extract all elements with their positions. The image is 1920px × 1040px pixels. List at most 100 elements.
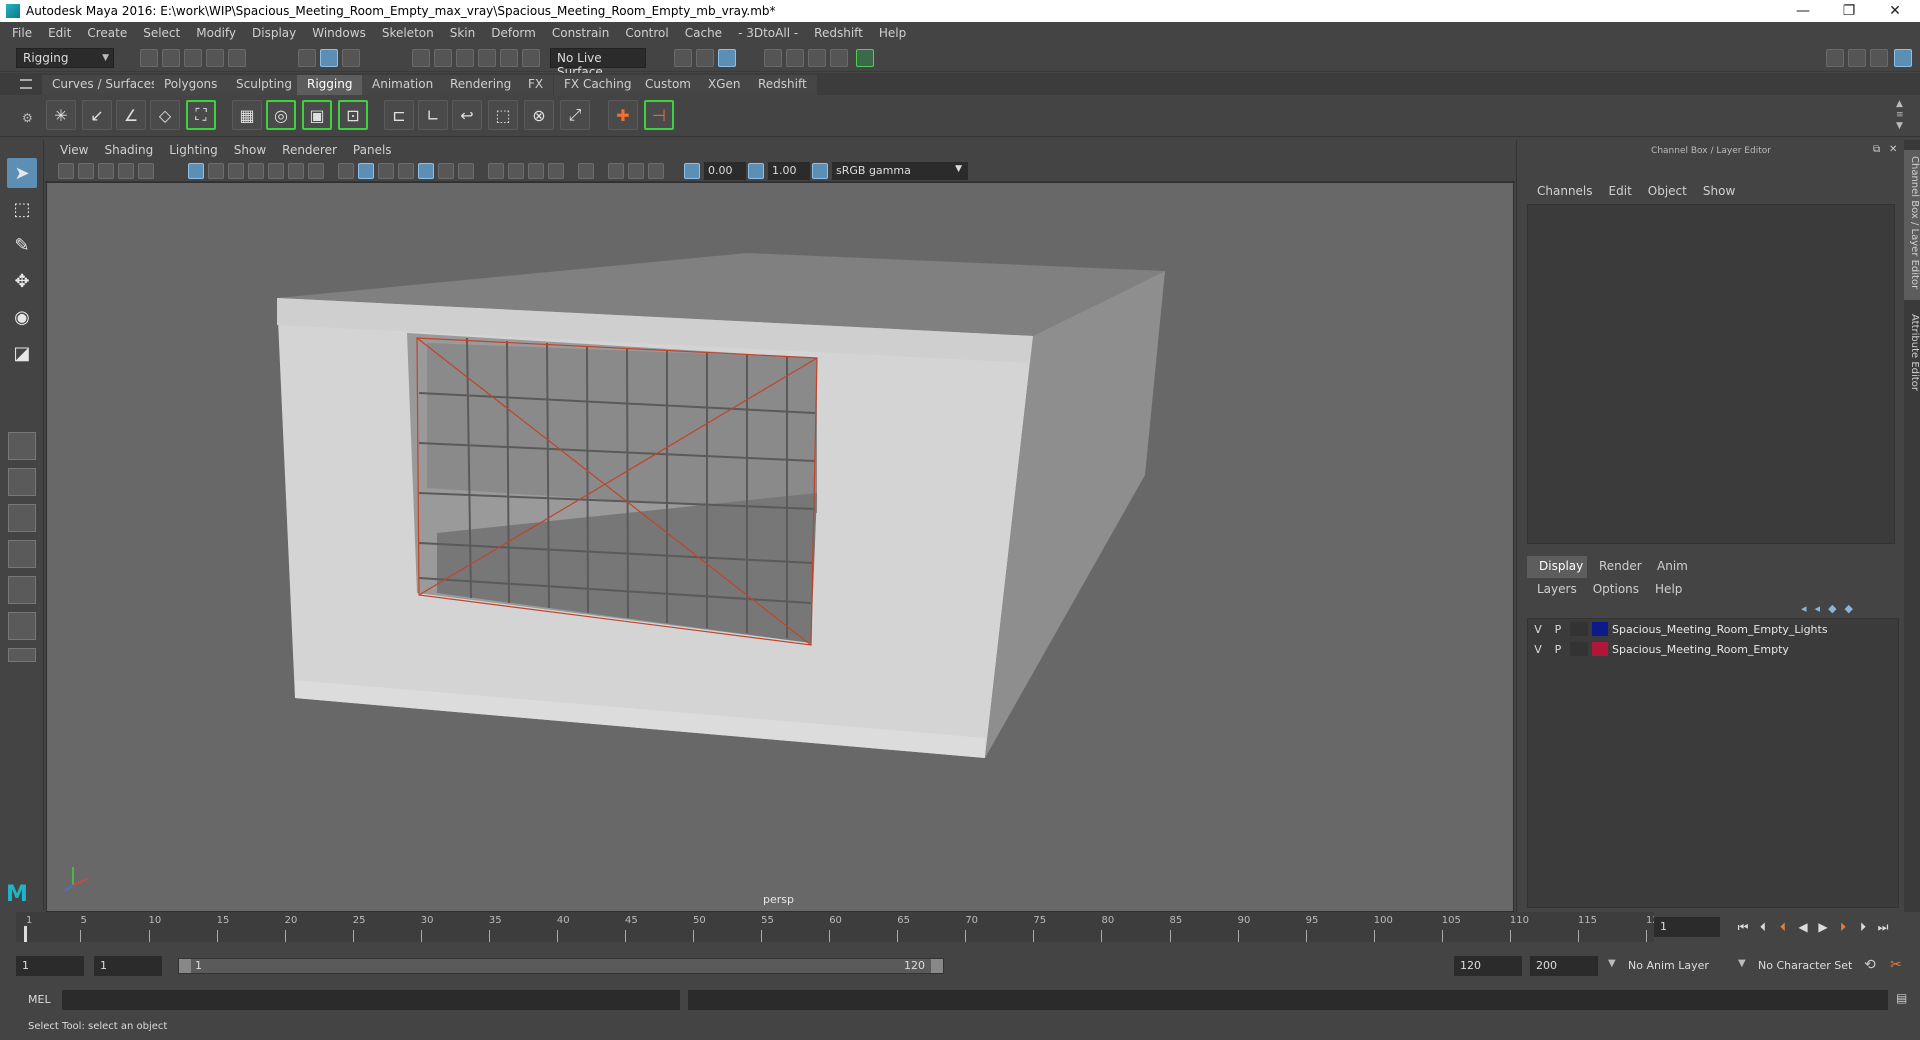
go-to-end-icon[interactable]: ⏭ — [1874, 918, 1892, 936]
render-frame-icon[interactable] — [786, 49, 804, 67]
vp-menu-view[interactable]: View — [52, 143, 96, 157]
motion-blur-icon[interactable] — [508, 163, 524, 179]
step-back-icon[interactable]: ⏴ — [1754, 918, 1772, 936]
end-time-field[interactable]: 200 — [1530, 956, 1598, 976]
cb-menu-object[interactable]: Object — [1640, 184, 1695, 198]
layer-name[interactable]: Spacious_Meeting_Room_Empty — [1612, 643, 1789, 656]
aim-constraint-icon[interactable]: ⊗ — [524, 100, 554, 130]
layer-name[interactable]: Spacious_Meeting_Room_Empty_Lights — [1612, 623, 1828, 636]
snap-curve-icon[interactable] — [434, 49, 452, 67]
step-back-key-icon[interactable]: ⏴ — [1774, 918, 1792, 936]
render-settings-icon[interactable] — [830, 49, 848, 67]
tab-rigging[interactable]: Rigging — [297, 75, 363, 95]
xray-joints-icon[interactable] — [608, 163, 624, 179]
textured-icon[interactable] — [398, 163, 414, 179]
shelf-scroll-icon[interactable]: ▲ ≡ ▼ — [1896, 99, 1904, 132]
le-menu-options[interactable]: Options — [1585, 582, 1647, 596]
live-surface-field[interactable]: No Live Surface — [550, 48, 646, 79]
image-plane-icon[interactable] — [118, 163, 134, 179]
orient-joint-icon[interactable]: ∟ — [418, 100, 448, 130]
le-menu-help[interactable]: Help — [1647, 582, 1690, 596]
tab-redshift[interactable]: Redshift — [748, 75, 817, 95]
rotate-tool-icon[interactable]: ◉ — [7, 302, 37, 332]
layer-playback-toggle[interactable]: P — [1548, 643, 1568, 656]
range-start-handle[interactable] — [179, 959, 191, 973]
hypershade-icon[interactable] — [856, 49, 874, 67]
select-tool-icon[interactable]: ➤ — [7, 158, 37, 188]
output-ops-icon[interactable] — [696, 49, 714, 67]
exposure-icon[interactable] — [684, 163, 700, 179]
layer-color-swatch[interactable] — [1592, 622, 1608, 636]
new-scene-icon[interactable] — [140, 49, 158, 67]
vp-menu-show[interactable]: Show — [226, 143, 274, 157]
hypershade-layout-icon[interactable] — [8, 612, 36, 640]
tab-attribute-editor-vertical[interactable]: Attribute Editor — [1904, 308, 1920, 408]
input-ops-icon[interactable] — [674, 49, 692, 67]
vp-menu-panels[interactable]: Panels — [345, 143, 400, 157]
time-slider[interactable]: 1 5 10 15 20 25 30 35 40 45 50 55 60 65 70 75 80 85 90 95 10… — [16, 912, 1665, 942]
ik-handle-icon[interactable]: ∠ — [116, 100, 146, 130]
parent-constraint-icon[interactable]: ✚ — [608, 100, 638, 130]
humanik-icon[interactable]: ⛶ — [186, 100, 216, 130]
move-layer-down-icon[interactable]: ◂ — [1815, 602, 1821, 616]
menu-help[interactable]: Help — [871, 26, 914, 40]
shadows-icon[interactable] — [438, 163, 454, 179]
menu-cache[interactable]: Cache — [677, 26, 730, 40]
create-joints-icon[interactable]: ✳ — [46, 100, 76, 130]
attribute-editor-toggle-icon[interactable] — [1870, 49, 1888, 67]
select-object-icon[interactable] — [320, 49, 338, 67]
menu-skeleton[interactable]: Skeleton — [374, 26, 442, 40]
layer-visibility-toggle[interactable]: V — [1528, 623, 1548, 636]
camera-lock-icon[interactable] — [78, 163, 94, 179]
tab-fx-caching[interactable]: FX Caching — [554, 75, 642, 95]
step-forward-key-icon[interactable]: ⏵ — [1834, 918, 1852, 936]
snap-point-icon[interactable] — [456, 49, 474, 67]
layer-row[interactable]: V P Spacious_Meeting_Room_Empty — [1528, 639, 1898, 659]
tab-fx[interactable]: FX — [518, 75, 554, 95]
tab-xgen[interactable]: XGen — [698, 75, 751, 95]
minimize-button[interactable]: — — [1780, 0, 1826, 22]
tab-anim[interactable]: Anim — [1645, 556, 1700, 578]
tab-curves-surfaces[interactable]: Curves / Surfaces — [42, 75, 168, 95]
shelf-options-icon[interactable]: ⚙ — [22, 111, 33, 125]
menu-select[interactable]: Select — [135, 26, 188, 40]
animation-prefs-icon[interactable]: ✂ — [1890, 957, 1902, 973]
camera-select-icon[interactable] — [58, 163, 74, 179]
safe-title-icon[interactable] — [308, 163, 324, 179]
wireframe-icon[interactable] — [338, 163, 354, 179]
new-empty-layer-icon[interactable]: ◆ — [1828, 602, 1836, 616]
menu-file[interactable]: File — [4, 26, 40, 40]
tab-animation[interactable]: Animation — [362, 75, 444, 95]
gamma-field[interactable]: 1.00 — [768, 162, 810, 180]
channel-box-toggle-icon[interactable] — [1894, 49, 1912, 67]
ik-spline-icon[interactable]: ◇ — [150, 100, 180, 130]
make-live-icon[interactable] — [522, 49, 540, 67]
snap-view-plane-icon[interactable] — [500, 49, 518, 67]
menu-windows[interactable]: Windows — [304, 26, 374, 40]
tab-sculpting[interactable]: Sculpting — [226, 75, 303, 95]
cluster-icon[interactable]: ⊏ — [384, 100, 414, 130]
tab-render[interactable]: Render — [1587, 556, 1654, 578]
film-gate-icon[interactable] — [208, 163, 224, 179]
close-panel-icon[interactable]: ✕ — [1889, 144, 1897, 155]
menu-control[interactable]: Control — [617, 26, 676, 40]
modeling-toolkit-icon[interactable] — [1848, 49, 1866, 67]
outliner-layout-icon[interactable] — [8, 504, 36, 532]
depth-of-field-icon[interactable] — [548, 163, 564, 179]
tab-rendering[interactable]: Rendering — [440, 75, 522, 95]
menu-deform[interactable]: Deform — [483, 26, 544, 40]
new-layer-selected-icon[interactable]: ◆ — [1845, 602, 1853, 616]
layer-display-type[interactable] — [1570, 622, 1588, 636]
step-forward-icon[interactable]: ⏵ — [1854, 918, 1872, 936]
redo-icon[interactable] — [228, 49, 246, 67]
two-pane-layout-icon[interactable] — [8, 576, 36, 604]
bookmark-icon[interactable] — [98, 163, 114, 179]
camera-attributes-icon[interactable] — [138, 163, 154, 179]
menu-skin[interactable]: Skin — [442, 26, 484, 40]
grid-icon[interactable] — [188, 163, 204, 179]
mel-label[interactable]: MEL — [28, 993, 51, 1006]
mirror-joint-icon[interactable]: ↩ — [452, 100, 482, 130]
tab-polygons[interactable]: Polygons — [154, 75, 228, 95]
float-panel-icon[interactable]: ⧉ — [1873, 144, 1880, 155]
insert-joint-icon[interactable]: ↙ — [82, 100, 112, 130]
